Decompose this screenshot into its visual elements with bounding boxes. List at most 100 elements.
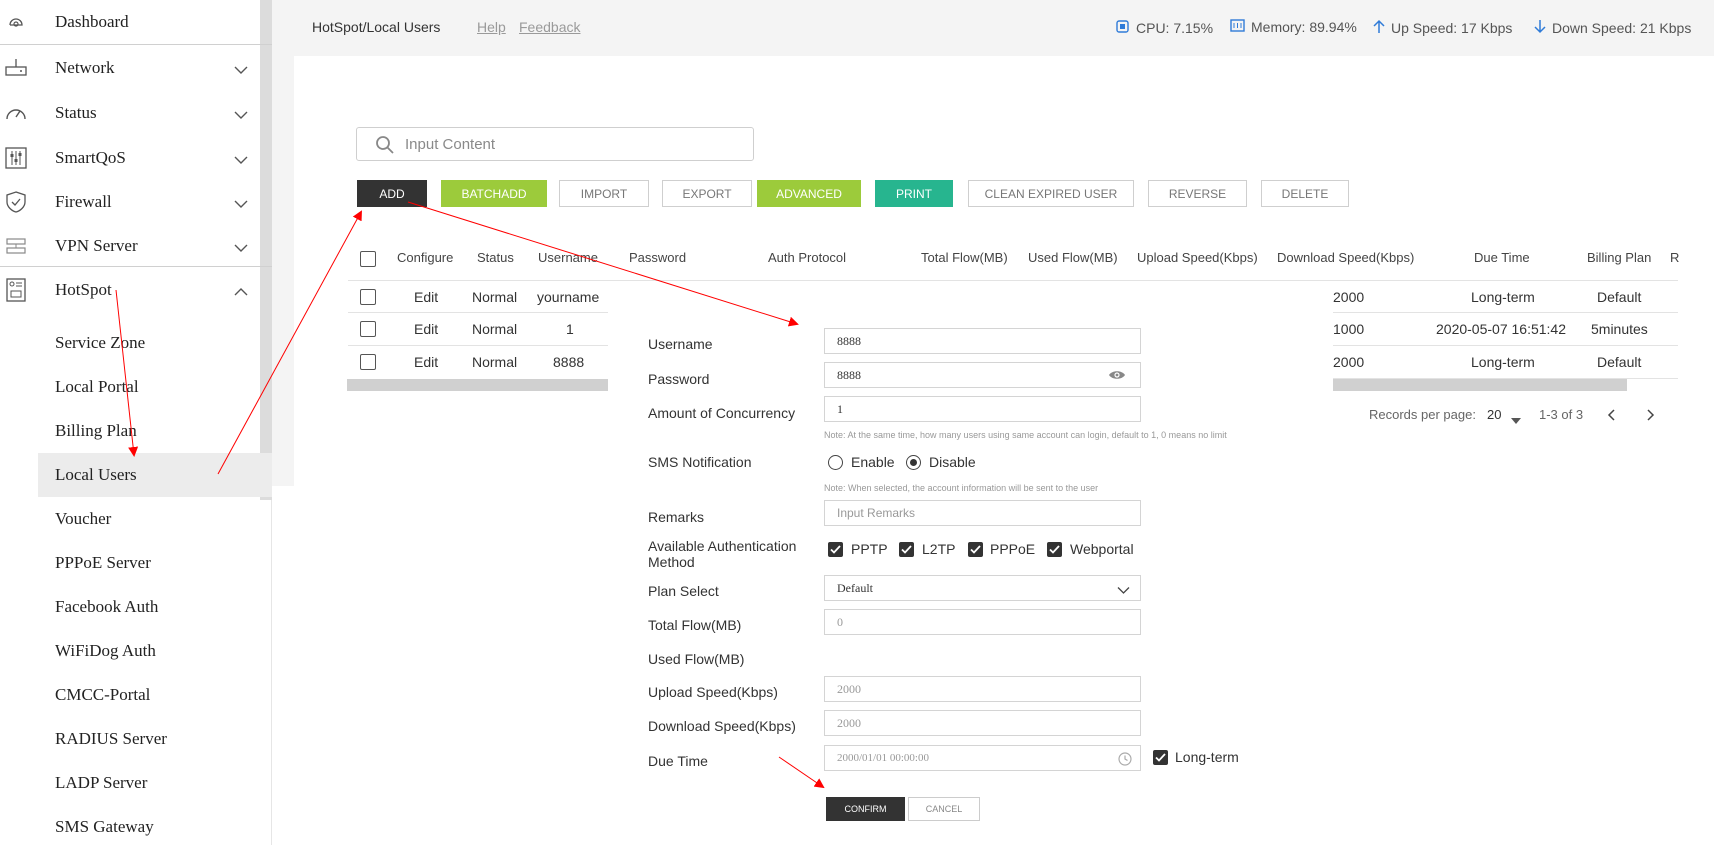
chevron-down-icon xyxy=(234,238,248,258)
search-placeholder: Input Content xyxy=(405,136,496,153)
webportal-label: Webportal xyxy=(1070,541,1134,557)
username-cell: yourname xyxy=(537,289,600,305)
col-header-used-flow: Used Flow(MB) xyxy=(1028,250,1118,265)
chevron-down-icon xyxy=(234,105,248,125)
used-flow-label: Used Flow(MB) xyxy=(648,651,745,667)
sms-disable-radio[interactable] xyxy=(906,455,921,470)
auth-method-label-line1: Available Authentication xyxy=(648,538,797,554)
concurrency-field[interactable]: 1 xyxy=(824,396,1141,422)
sidebar-subitem-sms-gateway[interactable]: SMS Gateway xyxy=(38,805,272,845)
username-label: Username xyxy=(648,336,713,352)
upload-speed-field[interactable]: 2000 xyxy=(824,676,1141,702)
username-cell: 8888 xyxy=(553,354,585,370)
feedback-link[interactable]: Feedback xyxy=(519,19,580,35)
search-icon xyxy=(375,135,395,158)
divider xyxy=(348,312,608,313)
sidebar-item-hotspot[interactable]: HotSpot xyxy=(0,268,260,312)
sidebar-subitem-facebook-auth[interactable]: Facebook Auth xyxy=(38,585,272,629)
records-per-page-label: Records per page: xyxy=(1369,407,1476,422)
sms-enable-radio[interactable] xyxy=(828,455,843,470)
horizontal-scrollbar[interactable] xyxy=(347,379,608,391)
cpu-icon xyxy=(1115,19,1130,37)
download-speed-cell: 2000 xyxy=(1333,354,1365,370)
billing-plan-cell: 5minutes xyxy=(1591,321,1648,337)
search-input[interactable]: Input Content xyxy=(356,127,754,161)
col-header-billing-plan: Billing Plan xyxy=(1587,250,1652,265)
row-checkbox[interactable] xyxy=(360,289,376,305)
sidebar-subitem-cmcc-portal[interactable]: CMCC-Portal xyxy=(38,673,272,717)
pppoe-checkbox[interactable] xyxy=(968,542,983,557)
prev-page-icon[interactable] xyxy=(1607,409,1617,424)
long-term-checkbox[interactable] xyxy=(1153,750,1168,765)
sidebar-subitem-local-portal[interactable]: Local Portal xyxy=(38,365,272,409)
sidebar-subitem-label: Service Zone xyxy=(55,333,146,352)
sidebar-subitem-label: LADP Server xyxy=(55,773,148,792)
total-flow-label: Total Flow(MB) xyxy=(648,617,742,633)
add-button[interactable]: ADD xyxy=(357,180,427,207)
memory-stat: Memory: 89.94% xyxy=(1230,19,1357,35)
password-field[interactable]: 8888 xyxy=(824,362,1141,388)
import-button[interactable]: IMPORT xyxy=(559,180,649,207)
edit-link[interactable]: Edit xyxy=(414,354,438,370)
print-button[interactable]: PRINT xyxy=(875,180,953,207)
webportal-checkbox[interactable] xyxy=(1047,542,1062,557)
sidebar-item-network[interactable]: Network xyxy=(0,46,260,90)
records-per-page-select[interactable]: 20 xyxy=(1487,407,1501,422)
sidebar-subitem-billing-plan[interactable]: Billing Plan xyxy=(38,409,272,453)
sidebar-item-dashboard[interactable]: Dashboard xyxy=(0,0,260,44)
eye-icon[interactable] xyxy=(1108,369,1126,385)
export-button[interactable]: EXPORT xyxy=(662,180,752,207)
batchadd-button[interactable]: BATCHADD xyxy=(441,180,547,207)
sms-enable-label: Enable xyxy=(851,454,895,470)
sidebar-item-status[interactable]: Status xyxy=(0,91,260,135)
l2tp-checkbox[interactable] xyxy=(899,542,914,557)
sidebar-item-firewall[interactable]: Firewall xyxy=(0,180,260,224)
password-label: Password xyxy=(648,371,710,387)
pptp-checkbox[interactable] xyxy=(828,542,843,557)
long-term-label: Long-term xyxy=(1175,749,1239,765)
cancel-button[interactable]: CANCEL xyxy=(908,797,980,821)
sidebar-item-label: Status xyxy=(55,103,97,122)
clean-expired-user-button[interactable]: CLEAN EXPIRED USER xyxy=(968,180,1134,207)
divider xyxy=(1333,312,1678,313)
col-header-download-speed: Download Speed(Kbps) xyxy=(1277,250,1415,265)
clock-icon[interactable] xyxy=(1118,752,1132,769)
select-all-checkbox[interactable] xyxy=(360,251,376,267)
sidebar-subitem-local-users[interactable]: Local Users xyxy=(38,453,272,497)
chevron-down-icon xyxy=(1117,584,1130,599)
plan-select-dropdown[interactable]: Default xyxy=(824,575,1141,601)
sidebar-subitem-ladp-server[interactable]: LADP Server xyxy=(38,761,272,805)
l2tp-label: L2TP xyxy=(922,541,956,557)
next-page-icon[interactable] xyxy=(1645,409,1655,424)
sidebar-subitem-voucher[interactable]: Voucher xyxy=(38,497,272,541)
pppoe-label: PPPoE xyxy=(990,541,1036,557)
col-header-upload-speed: Upload Speed(Kbps) xyxy=(1137,250,1258,265)
horizontal-scrollbar[interactable] xyxy=(1333,379,1627,391)
help-link[interactable]: Help xyxy=(477,19,506,35)
download-speed-field[interactable]: 2000 xyxy=(824,710,1141,736)
total-flow-field[interactable]: 0 xyxy=(824,609,1141,635)
sidebar-subitem-pppoe-server[interactable]: PPPoE Server xyxy=(38,541,272,585)
sidebar-item-smartqos[interactable]: SmartQoS xyxy=(0,136,260,180)
caret-down-icon[interactable] xyxy=(1511,412,1521,427)
due-time-field[interactable]: 2000/01/01 00:00:00 xyxy=(824,745,1141,771)
edit-link[interactable]: Edit xyxy=(414,289,438,305)
delete-button[interactable]: DELETE xyxy=(1261,180,1349,207)
remarks-field[interactable]: Input Remarks xyxy=(824,500,1141,526)
divider xyxy=(348,280,1678,281)
advanced-button[interactable]: ADVANCED xyxy=(757,180,861,207)
up-speed-value: Up Speed: 17 Kbps xyxy=(1391,20,1513,36)
sidebar-subitem-wifidog-auth[interactable]: WiFiDog Auth xyxy=(38,629,272,673)
sidebar-subitem-radius-server[interactable]: RADIUS Server xyxy=(38,717,272,761)
row-checkbox[interactable] xyxy=(360,354,376,370)
router-icon xyxy=(4,56,28,80)
edit-link[interactable]: Edit xyxy=(414,321,438,337)
reverse-button[interactable]: REVERSE xyxy=(1148,180,1247,207)
sidebar-subitem-service-zone[interactable]: Service Zone xyxy=(38,321,272,365)
username-field[interactable]: 8888 xyxy=(824,328,1141,354)
confirm-button[interactable]: CONFIRM xyxy=(826,797,905,821)
sidebar-item-vpn-server[interactable]: VPN Server xyxy=(0,224,260,268)
row-checkbox[interactable] xyxy=(360,321,376,337)
upload-speed-label: Upload Speed(Kbps) xyxy=(648,684,778,700)
status-cell: Normal xyxy=(472,289,518,305)
